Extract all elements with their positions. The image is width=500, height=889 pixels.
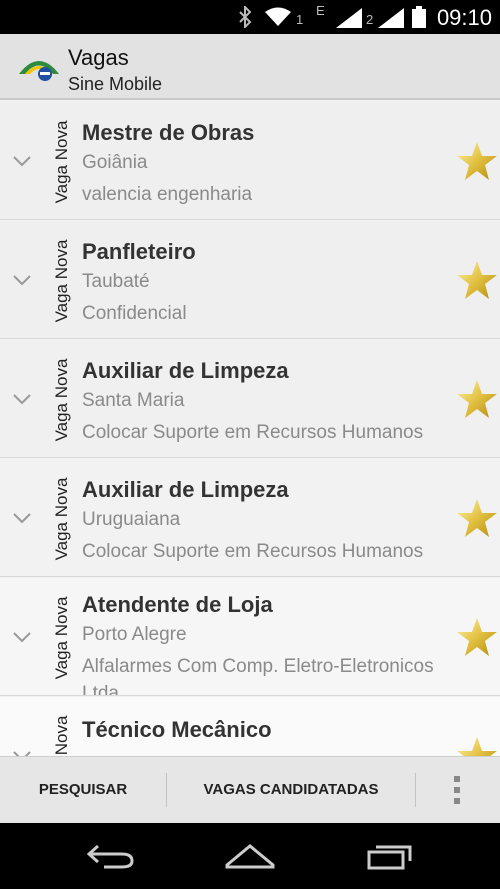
job-company: Confidencial: [82, 303, 187, 324]
job-title: Auxiliar de Limpeza: [82, 477, 289, 502]
clock: 09:10: [436, 5, 492, 30]
new-job-tag: Vaga Nova: [52, 239, 71, 323]
job-city: Uruguaiana: [82, 509, 181, 530]
battery-icon: [412, 6, 426, 28]
job-title: Atendente de Loja: [82, 592, 273, 617]
job-title: Panfleteiro: [82, 239, 196, 264]
star-favorite-icon[interactable]: [456, 259, 498, 301]
status-bar: 1 E 2 09:10: [0, 0, 500, 34]
search-button[interactable]: PESQUISAR: [0, 757, 166, 823]
app-logo-icon[interactable]: [16, 52, 62, 82]
app-title: Vagas: [68, 45, 129, 70]
job-city: Taubaté: [82, 271, 150, 292]
job-item[interactable]: Vaga Nova Auxiliar de Limpeza Santa Mari…: [0, 340, 500, 458]
sim2-label: 2: [366, 12, 374, 27]
navigation-bar: [0, 823, 500, 889]
overflow-menu-icon[interactable]: [450, 774, 464, 806]
job-company: Alfalarmes Com Comp. Eletro-Eletronicos …: [82, 656, 434, 696]
sim1-label: 1: [296, 12, 304, 27]
job-item[interactable]: Vaga Nova Atendente de Loja Porto Alegre…: [0, 578, 500, 696]
bottom-action-bar: PESQUISAR VAGAS CANDIDATADAS: [0, 756, 500, 823]
signal-icon-2: [378, 8, 404, 28]
action-bar: Vagas Sine Mobile: [0, 34, 500, 100]
job-city: Santa Maria: [82, 390, 185, 411]
new-job-tag: Vaga Nova: [52, 596, 71, 680]
chevron-down-icon[interactable]: [12, 749, 32, 756]
divider: [415, 773, 416, 807]
star-favorite-icon[interactable]: [456, 378, 498, 420]
job-city: Porto Alegre: [82, 624, 187, 645]
job-title: Mestre de Obras: [82, 120, 255, 145]
job-title: Auxiliar de Limpeza: [82, 358, 289, 383]
chevron-down-icon[interactable]: [12, 154, 32, 168]
wifi-icon: [265, 7, 291, 26]
job-item[interactable]: Vaga Nova Auxiliar de Limpeza Uruguaiana…: [0, 459, 500, 577]
chevron-down-icon[interactable]: [12, 273, 32, 287]
star-favorite-icon[interactable]: [456, 735, 498, 756]
star-favorite-icon[interactable]: [456, 140, 498, 182]
signal-icon-1: [336, 8, 362, 28]
network-type: E: [316, 3, 325, 18]
star-favorite-icon[interactable]: [456, 616, 498, 658]
job-company: Colocar Suporte em Recursos Humanos: [82, 422, 424, 443]
job-item[interactable]: Vaga Nova Mestre de Obras Goiânia valenc…: [0, 102, 500, 220]
new-job-tag: Vaga Nova: [52, 477, 71, 561]
recent-apps-icon[interactable]: [366, 841, 414, 871]
applied-jobs-button[interactable]: VAGAS CANDIDATADAS: [167, 757, 415, 823]
app-subtitle: Sine Mobile: [68, 74, 163, 94]
bluetooth-icon: [239, 6, 252, 28]
back-icon[interactable]: [86, 843, 136, 869]
job-company: valencia engenharia: [82, 184, 253, 205]
new-job-tag: Vaga Nova: [52, 120, 71, 204]
chevron-down-icon[interactable]: [12, 511, 32, 525]
new-job-tag: Vaga Nova: [52, 358, 71, 442]
job-item[interactable]: Vaga Nova Panfleteiro Taubaté Confidenci…: [0, 221, 500, 339]
job-list[interactable]: Vaga Nova Mestre de Obras Goiânia valenc…: [0, 102, 500, 756]
star-favorite-icon[interactable]: [456, 497, 498, 539]
job-company: Colocar Suporte em Recursos Humanos: [82, 541, 424, 562]
job-item[interactable]: Vaga Nova Técnico Mecânico: [0, 697, 500, 756]
chevron-down-icon[interactable]: [12, 392, 32, 406]
chevron-down-icon[interactable]: [12, 630, 32, 644]
job-title: Técnico Mecânico: [82, 717, 272, 742]
new-job-tag: Vaga Nova: [40, 709, 84, 756]
home-icon[interactable]: [224, 843, 276, 869]
job-city: Goiânia: [82, 152, 148, 173]
